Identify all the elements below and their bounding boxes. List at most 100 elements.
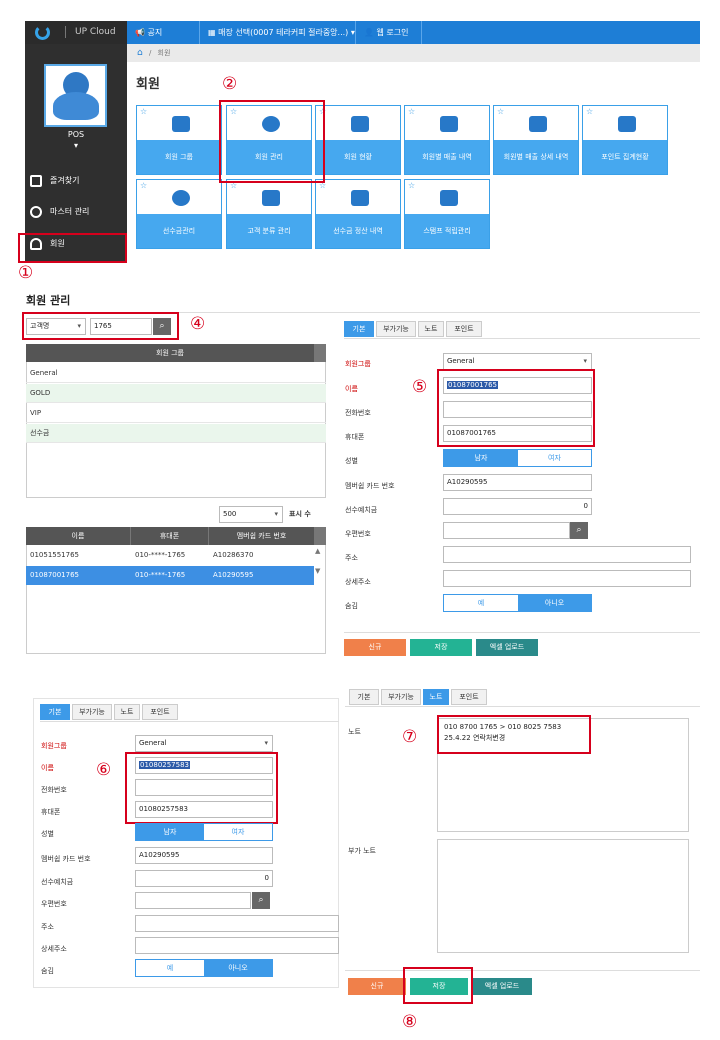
- stamp-icon: [440, 190, 458, 206]
- hide-toggle[interactable]: 예 아니오: [135, 959, 273, 977]
- sidebar-item-master[interactable]: 마스터 관리: [28, 202, 124, 222]
- home-icon[interactable]: ⌂: [137, 48, 143, 58]
- table-row-selected[interactable]: 01087001765 010-****-1765 A10290595: [26, 566, 314, 585]
- gender-toggle[interactable]: 남자 여자: [135, 823, 273, 841]
- address-detail-input[interactable]: [443, 570, 691, 587]
- gender-toggle[interactable]: 남자 여자: [443, 449, 592, 467]
- card-input[interactable]: A10290595: [443, 474, 592, 491]
- tile-customer-class[interactable]: ☆ 고객 분류 관리: [226, 179, 312, 249]
- section-title: 회원 관리: [26, 294, 71, 307]
- tile-prepaid-settle[interactable]: ☆ 선수금 정산 내역: [315, 179, 401, 249]
- breadcrumb: ⌂ / 회원: [127, 44, 700, 62]
- tile-point-summary[interactable]: ☆ 포인트 집계현황: [582, 105, 668, 175]
- tile-stamp[interactable]: ☆ 스탬프 적립관리: [404, 179, 490, 249]
- col-name[interactable]: 이름: [26, 527, 130, 545]
- hide-yes[interactable]: 예: [444, 595, 518, 611]
- col-phone[interactable]: 휴대폰: [130, 527, 208, 545]
- tab-extra[interactable]: 부가기능: [376, 321, 416, 337]
- scroll-up-icon[interactable]: ▲: [315, 547, 320, 555]
- annotation-5: ⑤: [412, 377, 428, 397]
- tab-basic[interactable]: 기본: [349, 689, 379, 705]
- new-button[interactable]: 신규: [348, 978, 406, 995]
- gender-male[interactable]: 남자: [444, 450, 518, 466]
- address-input[interactable]: [443, 546, 691, 563]
- label-hide: 숨김: [41, 967, 54, 975]
- zip-input[interactable]: [443, 522, 570, 539]
- label-tel: 전화번호: [41, 786, 67, 794]
- scroll-down-icon[interactable]: ▼: [315, 567, 320, 575]
- zip-input[interactable]: [135, 892, 251, 909]
- tile-prepaid[interactable]: ☆ 선수금관리: [136, 179, 222, 249]
- clipboard-icon: [529, 116, 547, 132]
- web-login-button[interactable]: 👤 웹 로그인: [356, 21, 422, 44]
- store-select[interactable]: ▦ 매장 선택(0007 테라커피 절라중앙...) ▾: [200, 21, 356, 44]
- group-row[interactable]: GOLD: [26, 384, 326, 403]
- user-name[interactable]: POS: [25, 130, 127, 139]
- detail-tabs-3: 기본 부가기능 노트 포인트: [349, 689, 549, 705]
- address-input[interactable]: [135, 915, 339, 932]
- tile-member-sales[interactable]: ☆ 회원별 매출 내역: [404, 105, 490, 175]
- tab-note[interactable]: 노트: [423, 689, 449, 705]
- gender-female[interactable]: 여자: [204, 824, 272, 840]
- hide-yes[interactable]: 예: [136, 960, 204, 976]
- app-logo: UP Cloud: [25, 21, 127, 44]
- label-name: 이름: [41, 764, 54, 772]
- breadcrumb-current: 회원: [157, 49, 171, 57]
- sidebar-item-favorites[interactable]: 즐겨찾기: [28, 171, 124, 191]
- tile-member-status[interactable]: ☆ 회원 현황: [315, 105, 401, 175]
- gender-male[interactable]: 남자: [136, 824, 204, 840]
- annotation-6: ⑥: [96, 760, 112, 780]
- tab-extra[interactable]: 부가기능: [381, 689, 421, 705]
- avatar: [44, 64, 107, 127]
- tab-extra[interactable]: 부가기능: [72, 704, 112, 720]
- tab-point[interactable]: 포인트: [451, 689, 487, 705]
- card-input[interactable]: A10290595: [135, 847, 273, 864]
- hide-no[interactable]: 아니오: [204, 960, 272, 976]
- tab-basic[interactable]: 기본: [344, 321, 374, 337]
- hide-no[interactable]: 아니오: [518, 595, 591, 611]
- tile-member-sales-detail[interactable]: ☆ 회원별 매출 상세 내역: [493, 105, 579, 175]
- group-select[interactable]: General ▾: [135, 735, 273, 752]
- group-row[interactable]: 선수금: [26, 424, 326, 443]
- save-button[interactable]: 저장: [410, 639, 472, 656]
- hide-toggle[interactable]: 예 아니오: [443, 594, 592, 612]
- new-button[interactable]: 신규: [344, 639, 406, 656]
- group-header: 회원 그룹: [26, 344, 314, 362]
- detail-tabs: 기본 부가기능 노트 포인트: [344, 321, 544, 337]
- label-addr2: 상세주소: [345, 578, 371, 586]
- page-size-select[interactable]: 500 ▾: [219, 506, 283, 523]
- col-card[interactable]: 멤버쉽 카드 번호: [208, 527, 314, 545]
- extra-note-textarea[interactable]: [437, 839, 689, 953]
- tab-point[interactable]: 포인트: [446, 321, 482, 337]
- label-addr: 주소: [345, 554, 358, 562]
- user-menu-arrow[interactable]: ▾: [25, 141, 127, 150]
- zip-search-icon[interactable]: ⌕: [252, 892, 270, 909]
- megaphone-icon: 📢: [135, 28, 145, 37]
- tile-member-group[interactable]: ☆ 회원 그룹: [136, 105, 222, 175]
- tab-basic[interactable]: 기본: [40, 704, 70, 720]
- excel-upload-button[interactable]: 엑셀 업로드: [472, 978, 532, 995]
- label-gender: 성별: [345, 457, 358, 465]
- annotation-8: ⑧: [402, 1012, 418, 1032]
- table-row[interactable]: 01051551765 010-****-1765 A10286370: [26, 546, 314, 565]
- tab-point[interactable]: 포인트: [142, 704, 178, 720]
- board-icon: [351, 116, 369, 132]
- group-row[interactable]: General: [26, 364, 326, 383]
- label-prepaid: 선수예치금: [41, 878, 74, 886]
- notice-button[interactable]: 📢 공지: [127, 21, 200, 44]
- label-card: 멤버쉽 카드 번호: [345, 482, 395, 490]
- group-select[interactable]: General ▾: [443, 353, 592, 370]
- label-addr2: 상세주소: [41, 945, 67, 953]
- label-extra-note: 부가 노트: [348, 847, 376, 855]
- zip-search-icon[interactable]: ⌕: [570, 522, 588, 539]
- address-detail-input[interactable]: [135, 937, 339, 954]
- app-title: UP Cloud: [75, 27, 116, 37]
- group-row[interactable]: VIP: [26, 404, 326, 423]
- label-group: 회원그룹: [41, 742, 67, 750]
- excel-upload-button[interactable]: 엑셀 업로드: [476, 639, 538, 656]
- gender-female[interactable]: 여자: [518, 450, 591, 466]
- label-name: 이름: [345, 385, 358, 393]
- tab-note[interactable]: 노트: [114, 704, 140, 720]
- calculator-icon: [351, 190, 369, 206]
- tab-note[interactable]: 노트: [418, 321, 444, 337]
